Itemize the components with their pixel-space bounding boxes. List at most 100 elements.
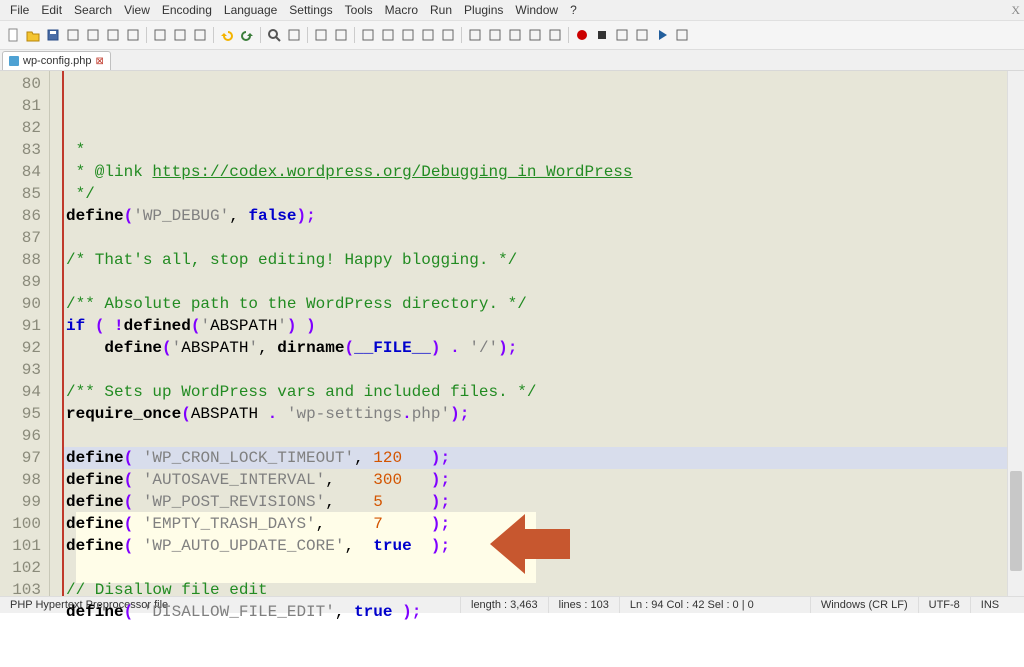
toolbar-eye-icon[interactable] <box>546 26 564 44</box>
code-line: /** Sets up WordPress vars and included … <box>64 381 1007 403</box>
code-line <box>64 271 1007 293</box>
toolbar-play-list-icon[interactable] <box>673 26 691 44</box>
line-number: 102 <box>0 557 49 579</box>
code-line: define( 'AUTOSAVE_INTERVAL', 300 ); <box>64 469 1007 491</box>
menu-view[interactable]: View <box>118 1 156 19</box>
toolbar-find-icon[interactable] <box>265 26 283 44</box>
tab-close-icon[interactable]: ⊠ <box>96 56 104 67</box>
toolbar-save-icon[interactable] <box>44 26 62 44</box>
line-number: 85 <box>0 183 49 205</box>
code-line: define( 'DISALLOW_FILE_EDIT', true ); <box>64 601 1007 623</box>
editor-area: 8081828384858687888990919293949596979899… <box>0 71 1024 604</box>
line-number: 87 <box>0 227 49 249</box>
window-close-icon[interactable]: X <box>1011 3 1020 18</box>
menu-window[interactable]: Window <box>509 1 564 19</box>
code-line: /* That's all, stop editing! Happy blogg… <box>64 249 1007 271</box>
code-line: * <box>64 139 1007 161</box>
line-number: 101 <box>0 535 49 557</box>
tab-strip: wp-config.php ⊠ <box>0 50 1024 71</box>
toolbar-redo-icon[interactable] <box>238 26 256 44</box>
code-line <box>64 227 1007 249</box>
code-line: /** Absolute path to the WordPress direc… <box>64 293 1007 315</box>
line-number-gutter: 8081828384858687888990919293949596979899… <box>0 71 50 604</box>
line-number: 91 <box>0 315 49 337</box>
line-number: 84 <box>0 161 49 183</box>
toolbar-play-icon[interactable] <box>653 26 671 44</box>
toolbar-save-all-icon[interactable] <box>64 26 82 44</box>
toolbar-new-icon[interactable] <box>4 26 22 44</box>
line-number: 97 <box>0 447 49 469</box>
toolbar-print-icon[interactable] <box>124 26 142 44</box>
line-number: 100 <box>0 513 49 535</box>
toolbar-ucase-icon[interactable] <box>439 26 457 44</box>
toolbar-close-icon[interactable] <box>84 26 102 44</box>
toolbar-chars-icon[interactable] <box>399 26 417 44</box>
line-number: 82 <box>0 117 49 139</box>
toolbar-uncomment-icon[interactable] <box>526 26 544 44</box>
code-line: */ <box>64 183 1007 205</box>
toolbar-play-fwd-icon[interactable] <box>613 26 631 44</box>
menu-run[interactable]: Run <box>424 1 458 19</box>
toolbar-record-icon[interactable] <box>573 26 591 44</box>
tab-label: wp-config.php <box>23 55 92 67</box>
line-number: 92 <box>0 337 49 359</box>
line-number: 89 <box>0 271 49 293</box>
toolbar <box>0 21 1024 50</box>
toolbar-stop-icon[interactable] <box>593 26 611 44</box>
menu-plugins[interactable]: Plugins <box>458 1 509 19</box>
line-number: 93 <box>0 359 49 381</box>
line-number: 81 <box>0 95 49 117</box>
menu-file[interactable]: File <box>4 1 35 19</box>
menu-edit[interactable]: Edit <box>35 1 68 19</box>
toolbar-cut-icon[interactable] <box>151 26 169 44</box>
vertical-scrollbar[interactable] <box>1007 71 1024 604</box>
menu-language[interactable]: Language <box>218 1 283 19</box>
code-line <box>64 623 1007 645</box>
line-number: 83 <box>0 139 49 161</box>
line-number: 86 <box>0 205 49 227</box>
code-line: require_once(ABSPATH . 'wp-settings.php'… <box>64 403 1007 425</box>
code-line <box>64 425 1007 447</box>
scrollbar-thumb[interactable] <box>1010 471 1022 571</box>
toolbar-wrap-icon[interactable] <box>379 26 397 44</box>
line-number: 80 <box>0 73 49 95</box>
menu-search[interactable]: Search <box>68 1 118 19</box>
line-number: 98 <box>0 469 49 491</box>
menu-macro[interactable]: Macro <box>379 1 424 19</box>
code-line: define( 'WP_CRON_LOCK_TIMEOUT', 120 ); <box>64 447 1007 469</box>
code-line: define('WP_DEBUG', false); <box>64 205 1007 227</box>
menu-settings[interactable]: Settings <box>283 1 338 19</box>
toolbar-paste-icon[interactable] <box>191 26 209 44</box>
toolbar-zoom-out-icon[interactable] <box>332 26 350 44</box>
code-line: define('ABSPATH', dirname(__FILE__) . '/… <box>64 337 1007 359</box>
line-number: 96 <box>0 425 49 447</box>
menu-encoding[interactable]: Encoding <box>156 1 218 19</box>
menubar: FileEditSearchViewEncodingLanguageSettin… <box>0 0 1024 21</box>
fold-margin <box>50 71 64 604</box>
toolbar-close-all-icon[interactable] <box>104 26 122 44</box>
callout-arrow-icon <box>490 509 570 579</box>
code-line: if ( !defined('ABSPATH') ) <box>64 315 1007 337</box>
toolbar-zoom-in-icon[interactable] <box>312 26 330 44</box>
tab-wp-config[interactable]: wp-config.php ⊠ <box>2 51 111 70</box>
line-number: 95 <box>0 403 49 425</box>
php-file-icon <box>9 56 19 66</box>
toolbar-indent-para-icon[interactable] <box>486 26 504 44</box>
line-number: 94 <box>0 381 49 403</box>
menu-help[interactable]: ? <box>564 1 583 19</box>
menu-tools[interactable]: Tools <box>339 1 379 19</box>
code-line <box>64 645 1007 667</box>
code-line <box>64 359 1007 381</box>
code-line: // Disallow file edit <box>64 579 1007 601</box>
line-number: 90 <box>0 293 49 315</box>
toolbar-indent-icon[interactable] <box>419 26 437 44</box>
toolbar-sync-icon[interactable] <box>359 26 377 44</box>
toolbar-undo-icon[interactable] <box>218 26 236 44</box>
toolbar-comment-icon[interactable] <box>506 26 524 44</box>
toolbar-outdent-para-icon[interactable] <box>466 26 484 44</box>
toolbar-replace-icon[interactable] <box>285 26 303 44</box>
toolbar-play-one-icon[interactable] <box>633 26 651 44</box>
line-number: 88 <box>0 249 49 271</box>
toolbar-open-icon[interactable] <box>24 26 42 44</box>
toolbar-copy-icon[interactable] <box>171 26 189 44</box>
